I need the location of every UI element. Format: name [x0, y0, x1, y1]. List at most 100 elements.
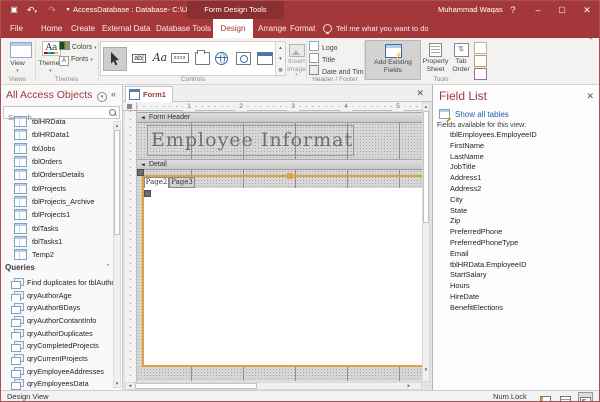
detail-section-bar[interactable]: ◄Detail — [137, 159, 422, 170]
field-item[interactable]: BenefitElections — [450, 303, 537, 314]
move-handle[interactable] — [137, 169, 144, 176]
nav-pane-title[interactable]: All Access Objects — [6, 89, 92, 101]
hyperlink-icon[interactable] — [213, 47, 230, 69]
close-document-icon[interactable]: ✕ — [416, 87, 424, 100]
scrollbar-thumb[interactable] — [423, 111, 429, 223]
nav-item-table[interactable]: tblProjects — [1, 181, 113, 194]
nav-item-query[interactable]: qryAuthorAge — [1, 289, 113, 302]
maximize-button[interactable]: ▢ — [552, 1, 572, 19]
field-item[interactable]: StartSalary — [450, 270, 537, 281]
account-user-name[interactable]: Muhammad Waqas — [438, 1, 503, 19]
form-title-label[interactable]: Employee Information — [147, 125, 354, 156]
subform-new-window-icon[interactable] — [474, 42, 487, 54]
nav-item-table[interactable]: tblProjects_Archive — [1, 195, 113, 208]
insert-image-button[interactable]: Insert Image ▾ — [287, 40, 306, 77]
view-code-icon[interactable] — [474, 55, 487, 67]
web-browser-control-icon[interactable] — [234, 47, 252, 69]
nav-item-table[interactable]: Temp2 — [1, 248, 113, 261]
field-item[interactable]: State — [450, 206, 537, 217]
tab-home[interactable]: Home — [41, 19, 62, 38]
form-view-button[interactable] — [538, 392, 553, 402]
vertical-ruler[interactable] — [125, 111, 137, 383]
field-item[interactable]: Hours — [450, 281, 537, 292]
scroll-up-icon[interactable]: ▲ — [423, 103, 429, 110]
design-view-button[interactable] — [578, 392, 593, 402]
vertical-scrollbar[interactable]: ▲ ▼ — [422, 102, 430, 382]
scroll-down-icon[interactable]: ▼ — [423, 366, 429, 373]
colors-button[interactable]: Colors ▾ — [59, 41, 97, 53]
tab-file[interactable]: File — [10, 19, 23, 38]
field-item[interactable]: HireDate — [450, 292, 537, 303]
move-handle[interactable] — [144, 190, 151, 197]
fonts-button[interactable]: A Fonts ▾ — [59, 54, 93, 66]
nav-item-table[interactable]: tblOrdersDetails — [1, 168, 113, 181]
nav-item-query[interactable]: qryEmployeeAddresses — [1, 365, 113, 378]
field-item[interactable]: FirstName — [450, 141, 537, 152]
tab-database-tools[interactable]: Database Tools — [156, 19, 211, 38]
chevron-up-icon[interactable]: ⌃ — [105, 263, 111, 271]
tab-format[interactable]: Format — [290, 19, 315, 38]
tab-page3[interactable]: Page3 — [169, 177, 195, 188]
tell-me-box[interactable]: Tell me what you want to do — [336, 19, 429, 38]
form-header-grid[interactable]: Employee Information — [137, 123, 422, 159]
horizontal-scrollbar[interactable]: ◄ ► — [125, 382, 422, 390]
nav-item-table[interactable]: tblOrders — [1, 155, 113, 168]
help-button[interactable]: ? — [504, 1, 522, 19]
view-button[interactable]: View — [1, 60, 34, 68]
nav-item-query[interactable]: qryCompletedProjects — [1, 339, 113, 352]
field-item[interactable]: tblHRData.EmployeeID — [450, 260, 537, 271]
field-item[interactable]: JobTitle — [450, 162, 537, 173]
scrollbar-thumb[interactable] — [135, 383, 257, 389]
field-item[interactable]: City — [450, 195, 537, 206]
field-item[interactable]: Zip — [450, 216, 537, 227]
scrollbar-thumb[interactable] — [114, 130, 120, 235]
nav-item-table[interactable]: tblProjects1 — [1, 208, 113, 221]
nav-item-query[interactable]: Find duplicates for tblAuthors — [1, 276, 113, 289]
nav-item-table[interactable]: tblJobs — [1, 142, 113, 155]
nav-item-table[interactable]: tblHRData1 — [1, 128, 113, 141]
tab-control-page-body[interactable] — [144, 188, 422, 365]
scroll-left-icon[interactable]: ◄ — [126, 383, 134, 389]
property-sheet-button[interactable]: Property Sheet — [422, 40, 449, 73]
select-cursor-icon[interactable] — [103, 47, 127, 71]
scroll-right-icon[interactable]: ► — [405, 383, 413, 389]
nav-group-queries[interactable]: Queries — [5, 263, 35, 272]
document-tab-form1[interactable]: Form1 — [125, 86, 173, 102]
close-button[interactable]: ✕ — [576, 1, 598, 19]
nav-item-table[interactable]: tblTasks — [1, 221, 113, 234]
navigation-control-icon[interactable] — [255, 47, 274, 69]
nav-item-query[interactable]: qryCurrentProjects — [1, 352, 113, 365]
scroll-down-icon[interactable]: ▼ — [114, 380, 120, 387]
detail-grid[interactable]: Page2 Page3 — [137, 170, 422, 381]
close-field-list-icon[interactable]: ✕ — [586, 91, 594, 102]
form-header-section-bar[interactable]: ◄Form Header — [137, 112, 422, 123]
field-item[interactable]: tblEmployees.EmployeeID — [450, 130, 537, 141]
field-item[interactable]: Address2 — [450, 184, 537, 195]
minimize-button[interactable]: – — [528, 1, 548, 19]
nav-item-query[interactable]: qryEmployeesData — [1, 378, 113, 391]
nav-item-query[interactable]: qryAuthorBDays — [1, 301, 113, 314]
field-item[interactable]: LastName — [450, 152, 537, 163]
button-control-icon[interactable]: xxxx — [169, 47, 191, 69]
scroll-up-icon[interactable]: ▲ — [114, 122, 120, 129]
add-existing-fields-button[interactable]: Add Existing Fields — [365, 40, 421, 80]
field-item[interactable]: Address1 — [450, 173, 537, 184]
undo-icon[interactable]: ↶▾ — [25, 3, 39, 19]
tab-control-icon[interactable] — [193, 47, 210, 69]
datasheet-view-button[interactable] — [558, 392, 573, 402]
shutter-close-icon[interactable]: « — [111, 89, 116, 99]
tab-arrange[interactable]: Arrange — [258, 19, 286, 38]
label-control-icon[interactable]: Aa — [151, 47, 169, 69]
textbox-control-icon[interactable]: ab| — [129, 47, 149, 69]
tab-external-data[interactable]: External Data — [102, 19, 150, 38]
nav-item-query[interactable]: qryAuthorContantInfo — [1, 314, 113, 327]
selection-handle[interactable] — [287, 173, 293, 179]
horizontal-ruler[interactable]: 12345 — [137, 102, 422, 111]
field-item[interactable]: Email — [450, 249, 537, 260]
nav-item-table[interactable]: tblHRData — [1, 115, 113, 128]
field-item[interactable]: PreferredPhone — [450, 227, 537, 238]
collapse-ribbon-icon[interactable]: ⌃ — [585, 37, 597, 46]
save-icon[interactable]: ▣ — [7, 3, 21, 17]
field-item[interactable]: PreferredPhoneType — [450, 238, 537, 249]
tab-create[interactable]: Create — [71, 19, 95, 38]
